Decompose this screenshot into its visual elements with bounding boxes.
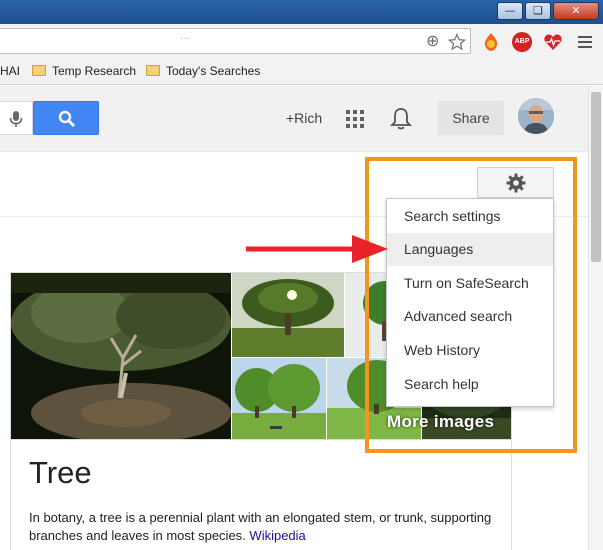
apps-grid-icon[interactable] [346, 110, 364, 128]
zoom-icon[interactable]: ⊕ [426, 32, 439, 50]
bookmark-label: Temp Research [52, 64, 137, 78]
bookmark-folder-todays-searches[interactable]: Today's Searches [146, 63, 260, 79]
card-title: Tree [29, 455, 92, 490]
wikipedia-link[interactable]: Wikipedia [249, 528, 305, 543]
share-button[interactable]: Share [438, 101, 504, 135]
chrome-menu-icon[interactable] [578, 36, 592, 48]
annotation-arrow-icon [246, 235, 388, 263]
adblock-plus-icon[interactable]: ABP [512, 32, 532, 52]
google-header: +Rich Share [0, 86, 588, 152]
honey-extension-icon[interactable] [481, 32, 501, 52]
minimize-button[interactable]: — [497, 2, 523, 20]
bookmark-label: HAI [0, 64, 21, 78]
folder-icon [146, 65, 160, 76]
annotation-highlight-box [365, 157, 577, 453]
voice-search-button[interactable] [0, 101, 33, 135]
bookmark-star-icon[interactable] [448, 33, 466, 51]
avatar-photo [518, 98, 554, 134]
close-button[interactable]: ✕ [553, 2, 599, 20]
search-icon [58, 110, 75, 127]
bookmark-hai[interactable]: HAI [0, 63, 20, 79]
microphone-icon [9, 111, 23, 127]
image-result-1[interactable] [11, 273, 231, 439]
heartbeat-extension-icon[interactable] [543, 32, 563, 52]
address-text: … [180, 31, 190, 42]
bookmarks-bar: HAI Temp Research Today's Searches [0, 58, 603, 85]
folder-icon [32, 65, 46, 76]
card-description: In botany, a tree is a perennial plant w… [29, 509, 499, 545]
restore-button[interactable]: ❏ [525, 2, 551, 20]
knowledge-card: Tree In botany, a tree is a perennial pl… [10, 440, 512, 550]
bookmark-label: Today's Searches [166, 64, 261, 78]
scrollbar-thumb[interactable] [591, 92, 601, 262]
notifications-bell-icon[interactable] [390, 107, 412, 131]
image-result-4[interactable] [232, 358, 326, 439]
image-result-2[interactable] [232, 273, 344, 357]
user-profile-link[interactable]: +Rich [286, 110, 322, 126]
page-scrollbar[interactable] [588, 86, 603, 550]
bookmark-folder-temp-research[interactable]: Temp Research [32, 63, 136, 79]
address-bar[interactable]: … ⊕ [0, 28, 471, 54]
avatar[interactable] [518, 98, 554, 134]
window-title-bar: — ❏ ✕ [0, 0, 603, 24]
search-button[interactable] [33, 101, 99, 135]
